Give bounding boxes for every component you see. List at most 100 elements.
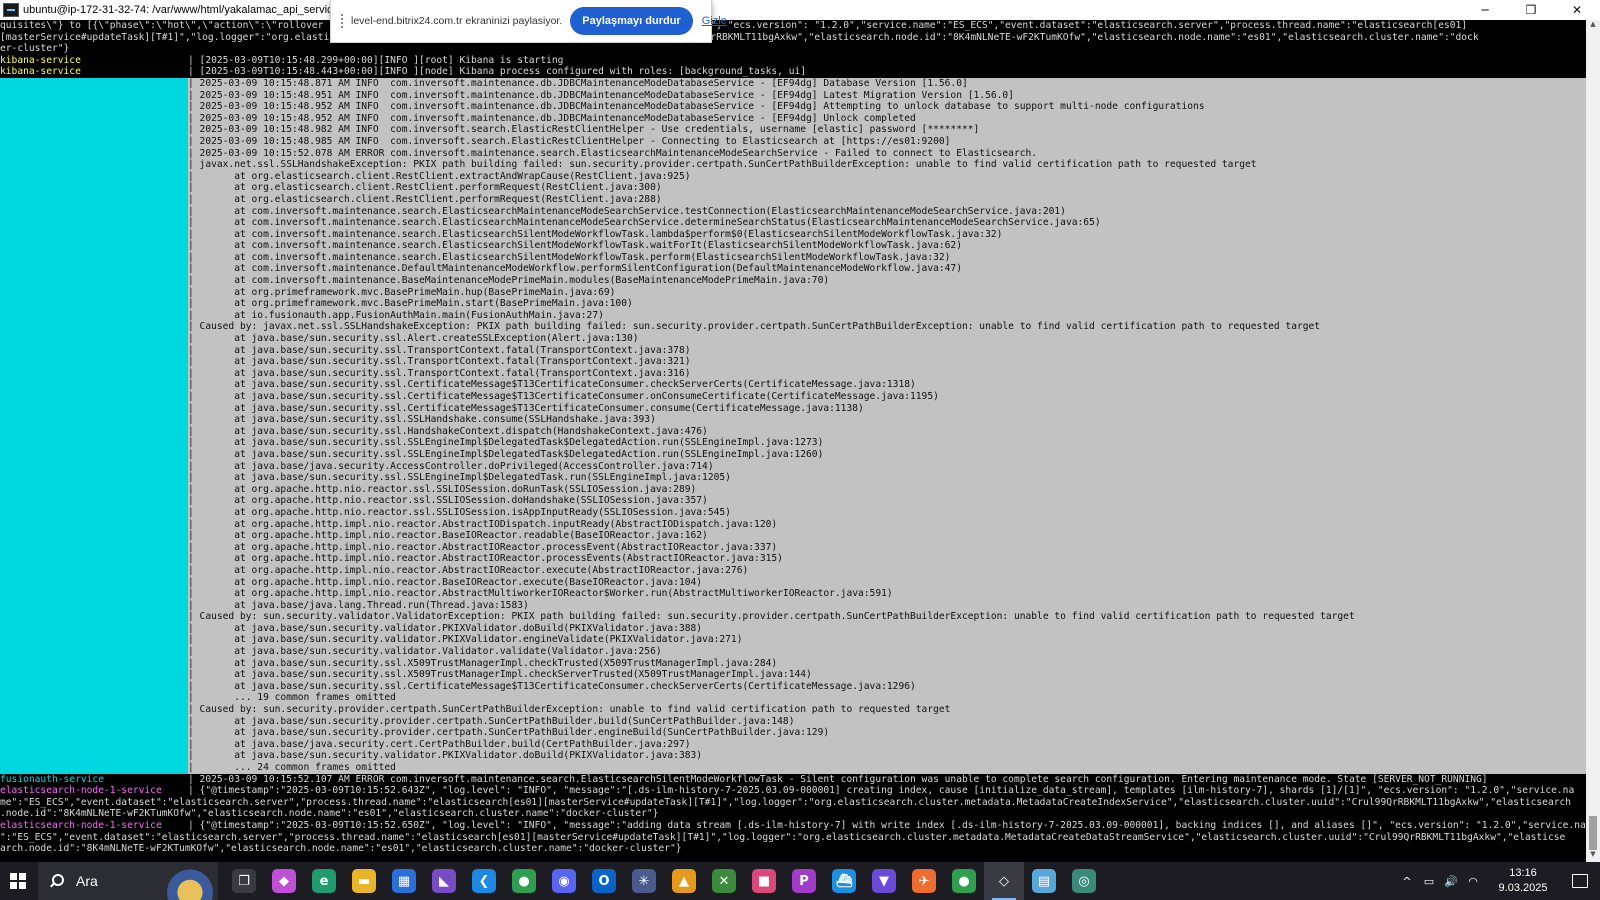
taskbar-app-button[interactable]: ◆ (264, 862, 304, 900)
log-message: | at java.base/sun.security.validator.PK… (188, 634, 743, 646)
tray-overflow-chevron-icon[interactable]: ^ (1398, 862, 1416, 900)
notifications-button[interactable] (1560, 862, 1600, 900)
taskbar-app-button[interactable]: ▼ (864, 862, 904, 900)
log-message: | {"@timestamp":"2025-03-09T10:15:52.650… (188, 819, 1586, 831)
clock-time: 13:16 (1509, 867, 1537, 879)
pinned-apps: ❐ ◆ e ▬ ▦ ◣ ❮ ● ◉ O ✳ ▲ ✕ ■ P ⛴ ▼ ✈ ● ◇ ▤ ◎ (224, 862, 1104, 900)
log-message: | at java.base/sun.security.provider.cer… (188, 727, 830, 739)
notification-icon (1572, 874, 1588, 888)
battery-icon[interactable]: ▭ (1420, 862, 1438, 900)
service-name: fusionauth-service (0, 541, 188, 554)
minimize-button[interactable]: ─ (1462, 0, 1508, 20)
terminal-log-line: fusionauth-service | at java.base/sun.sec… (0, 333, 1586, 345)
search-highlight-image[interactable] (162, 862, 218, 900)
log-message: | at java.base/sun.security.validator.PK… (188, 622, 703, 634)
terminal-log-line: fusionauth-service | at org.apache.http.n… (0, 495, 1586, 507)
service-name: fusionauth-service (0, 622, 188, 635)
hide-banner-link[interactable]: Gizle (702, 15, 727, 27)
stop-sharing-button[interactable]: Paylaşmayı durdur (570, 7, 693, 35)
log-message: | 2025-03-09 10:15:48.985 AM INFO com.in… (188, 135, 951, 147)
log-message: | at com.inversoft.maintenance.search.El… (188, 228, 1003, 240)
service-name: fusionauth-service (0, 228, 188, 241)
terminal-log-line: fusionauth-service | at org.apache.http.i… (0, 541, 1586, 554)
taskbar-app-button[interactable]: ● (504, 862, 544, 900)
service-name: fusionauth-service (0, 599, 188, 612)
scrollbar-thumb[interactable] (1589, 816, 1597, 850)
terminal-scrollbar[interactable]: ▲ ▼ (1586, 20, 1600, 862)
service-name: fusionauth-service (0, 356, 188, 368)
scroll-down-arrow[interactable]: ▼ (1586, 850, 1600, 862)
volume-icon[interactable]: 🔊 (1442, 862, 1460, 900)
clock[interactable]: 13:16 9.03.2025 (1486, 866, 1560, 896)
drag-handle-icon[interactable] (341, 14, 343, 28)
taskbar-app-button[interactable]: ▲ (664, 862, 704, 900)
log-message: | 2025-03-09 10:15:52.107 AM ERROR com.i… (188, 773, 1488, 785)
service-name: fusionauth-service (0, 518, 188, 531)
terminal-log-line: fusionauth-service | ... 24 common frames… (0, 762, 1586, 774)
taskbar-app-button[interactable]: ◎ (1064, 862, 1104, 900)
window-title-bar[interactable]: ubuntu@ip-172-31-32-74: /var/www/html/ya… (0, 0, 1600, 20)
network-icon[interactable]: ◠ (1464, 862, 1482, 900)
service-name: fusionauth-service (0, 321, 188, 334)
terminal-log-line: fusionauth-service | at java.base/sun.sec… (0, 344, 1586, 357)
start-button[interactable] (0, 862, 36, 900)
service-name: fusionauth-service (0, 205, 188, 218)
service-name: fusionauth-service (0, 147, 188, 160)
taskbar-app-button[interactable]: ✳ (624, 862, 664, 900)
service-name: fusionauth-service (0, 217, 188, 229)
taskbar-search[interactable]: Ara (38, 862, 218, 900)
terminal-log-line: fusionauth-service | at java.base/sun.sec… (0, 448, 1586, 461)
service-name: fusionauth-service (0, 750, 188, 762)
log-message: | at io.fusionauth.app.FusionAuthMain.ma… (188, 309, 604, 321)
terminal-log-line: fusionauth-service | Caused by: sun.secur… (0, 704, 1586, 716)
taskbar-app-button[interactable]: ◉ (544, 862, 584, 900)
terminal-log-line: fusionauth-service | 2025-03-09 10:15:48.… (0, 101, 1586, 113)
tail-log-block: fusionauth-service | 2025-03-09 10:15:52.… (0, 774, 1586, 855)
terminal-line: quisites\"} to [{\"phase\":\"hot\",\"act… (0, 20, 1468, 31)
terminal-log-line: fusionauth-service | at java.base/sun.sec… (0, 356, 1586, 368)
taskbar-app-button[interactable]: ❮ (464, 862, 504, 900)
fusionauth-log-block: fusionauth-service | 2025-03-09 10:15:48.… (0, 77, 1586, 774)
log-message: | ... 19 common frames omitted (188, 692, 396, 704)
log-message: | at java.base/java.security.cert.CertPa… (188, 738, 691, 750)
taskbar-app-button[interactable]: ▦ (384, 862, 424, 900)
terminal-output[interactable]: quisites\"} to [{\"phase\":\"hot\",\"act… (0, 20, 1586, 862)
maximize-button[interactable]: ❐ (1508, 0, 1554, 20)
docker-icon: ⛴ (832, 869, 856, 893)
service-name: elasticsearch-node-1-service (0, 819, 162, 831)
azure-data-studio-icon: ✳ (632, 869, 656, 893)
log-message: | at org.apache.http.impl.nio.reactor.Ab… (188, 553, 783, 565)
service-name: fusionauth-service (0, 367, 188, 380)
service-name: fusionauth-service (0, 333, 188, 345)
taskbar-app-button[interactable]: ◣ (424, 862, 464, 900)
taskbar-app-button[interactable]: O (584, 862, 624, 900)
windows-logo-icon (10, 873, 26, 889)
close-button[interactable]: ✕ (1554, 0, 1600, 20)
taskbar-app-button[interactable]: ▤ (1024, 862, 1064, 900)
log-message: | at java.base/sun.security.ssl.SSLEngin… (188, 472, 731, 484)
scroll-up-arrow[interactable]: ▲ (1586, 20, 1600, 32)
edge-icon: e (312, 869, 336, 893)
window-controls: ─ ❐ ✕ (1462, 0, 1600, 20)
taskbar-app-button[interactable]: ❐ (224, 862, 264, 900)
terminal-log-line: fusionauth-service | at org.elasticsearch… (0, 182, 1586, 194)
taskbar-app-button[interactable]: ● (944, 862, 984, 900)
terminal-log-line: kibana-service | [2025-03-09T10:15:48.299… (0, 55, 1586, 67)
taskbar-app-button[interactable]: e (304, 862, 344, 900)
notepad-icon: ▤ (1032, 869, 1056, 893)
taskbar-app-button[interactable]: ■ (744, 862, 784, 900)
log-message: | at java.base/sun.security.ssl.Certific… (188, 391, 939, 402)
service-name: fusionauth-service (0, 692, 188, 705)
taskbar-app-button[interactable]: ⛴ (824, 862, 864, 900)
service-name: fusionauth-service (0, 251, 188, 264)
terminal-log-line: fusionauth-service | at org.apache.http.i… (0, 518, 1586, 531)
taskbar-app-button[interactable]: ✕ (704, 862, 744, 900)
terminal-log-line: fusionauth-service | at java.base/sun.sec… (0, 680, 1586, 693)
taskbar-app-button[interactable]: ✈ (904, 862, 944, 900)
window-title: ubuntu@ip-172-31-32-74: /var/www/html/ya… (23, 4, 339, 16)
log-message: | at java.base/sun.security.validator.Va… (188, 646, 662, 658)
taskbar-app-button[interactable]: ▬ (344, 862, 384, 900)
taskbar-app-button[interactable]: ◇ (984, 862, 1024, 900)
service-name: fusionauth-service (0, 193, 188, 206)
taskbar-app-button[interactable]: P (784, 862, 824, 900)
